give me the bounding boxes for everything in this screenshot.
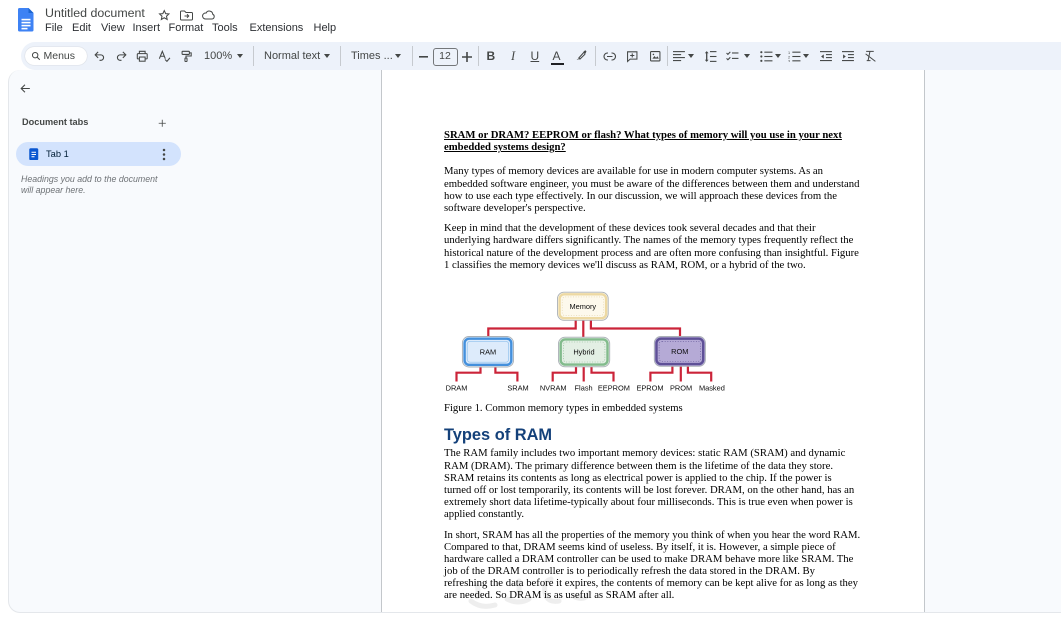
svg-text:1: 1: [788, 51, 790, 55]
svg-text:ROM: ROM: [671, 347, 688, 356]
svg-text:3: 3: [788, 59, 790, 62]
svg-text:NVRAM: NVRAM: [540, 384, 567, 393]
svg-text:SRAM: SRAM: [507, 384, 528, 393]
svg-text:Flash: Flash: [575, 384, 593, 393]
svg-text:EEPROM: EEPROM: [598, 384, 630, 393]
svg-text:2: 2: [788, 55, 790, 59]
svg-text:DRAM: DRAM: [446, 384, 468, 393]
svg-text:Memory: Memory: [569, 302, 596, 311]
svg-text:Hybrid: Hybrid: [573, 347, 594, 356]
svg-text:PROM: PROM: [670, 384, 692, 393]
svg-text:RAM: RAM: [480, 347, 496, 356]
svg-text:EPROM: EPROM: [636, 384, 663, 393]
svg-text:Masked: Masked: [699, 384, 725, 393]
